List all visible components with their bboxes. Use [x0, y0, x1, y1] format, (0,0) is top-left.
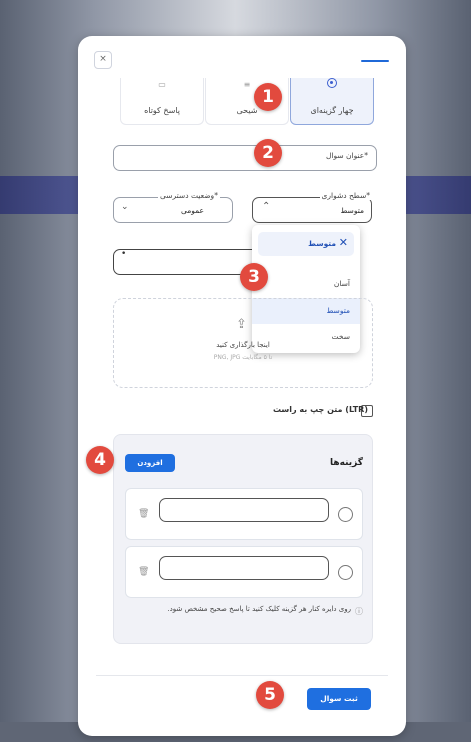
access-label: وضعیت دسترسی*	[158, 191, 220, 200]
dropdown-search-value: متوسط	[308, 239, 336, 248]
upload-icon: ⇪	[236, 317, 247, 332]
type-short-answer-label: پاسخ کوتاه	[144, 106, 180, 115]
annotation-badge-3: 3	[240, 263, 268, 291]
drag-handle[interactable]	[361, 60, 389, 62]
question-title-label: عنوان سوال*	[323, 151, 370, 160]
option-item-2: 🗑	[125, 546, 363, 598]
access-select[interactable]	[113, 197, 233, 223]
submit-question-button[interactable]: ثبت سوال	[307, 688, 371, 710]
option-correct-radio-2[interactable]	[338, 565, 353, 580]
descriptive-icon: ≡	[243, 80, 251, 89]
type-card-multiple-choice[interactable]: چهار گزینه‌ای	[290, 78, 374, 125]
footer-divider	[96, 675, 388, 676]
upload-title: اینجا بارگذاری کنید	[216, 341, 270, 349]
ltr-checkbox-label: متن چپ به راست (LTR)	[272, 405, 368, 414]
upload-dropzone[interactable]: ⇪ اینجا بارگذاری کنید PNG, JPG تا ۵ مگاب…	[113, 298, 373, 388]
upload-hint: PNG, JPG تا ۵ مگابایت	[213, 354, 273, 361]
difficulty-label: سطح دشواری*	[319, 191, 372, 200]
short-answer-icon: ▭	[158, 80, 166, 89]
chevron-up-icon: ⌃	[262, 201, 271, 212]
clear-icon[interactable]: ✕	[339, 236, 348, 249]
type-card-short-answer[interactable]: ▭ پاسخ کوتاه	[120, 78, 204, 125]
annotation-badge-1: 1	[254, 83, 282, 111]
options-hint: روی دایره کنار هر گزینه کلیک کنید تا پاس…	[167, 605, 351, 613]
add-option-button[interactable]: افزودن	[125, 454, 175, 472]
option-input-2[interactable]	[159, 556, 329, 580]
trash-icon[interactable]: 🗑	[138, 509, 149, 519]
options-title: گزینه‌ها	[330, 458, 363, 468]
annotation-badge-2: 2	[254, 139, 282, 167]
annotation-badge-4: 4	[86, 446, 114, 474]
chevron-down-icon: ⌄	[121, 202, 129, 212]
extra-field-value: •	[121, 249, 127, 259]
type-multiple-choice-label: چهار گزینه‌ای	[310, 106, 354, 115]
info-icon: ⓘ	[355, 607, 363, 616]
access-value: عمومی	[181, 206, 204, 215]
close-button[interactable]: ×	[94, 51, 112, 69]
annotation-badge-5: 5	[256, 681, 284, 709]
option-correct-radio-1[interactable]	[338, 507, 353, 522]
question-form-panel: × ▭ پاسخ کوتاه ≡ شیحی چهار گزینه‌ای عنوا…	[78, 36, 406, 736]
option-input-1[interactable]	[159, 498, 329, 522]
trash-icon[interactable]: 🗑	[138, 567, 149, 577]
option-item-1: 🗑	[125, 488, 363, 540]
radio-selected-icon	[327, 78, 337, 88]
dropdown-option-easy[interactable]: آسان	[252, 271, 360, 297]
difficulty-value: متوسط	[340, 206, 364, 215]
